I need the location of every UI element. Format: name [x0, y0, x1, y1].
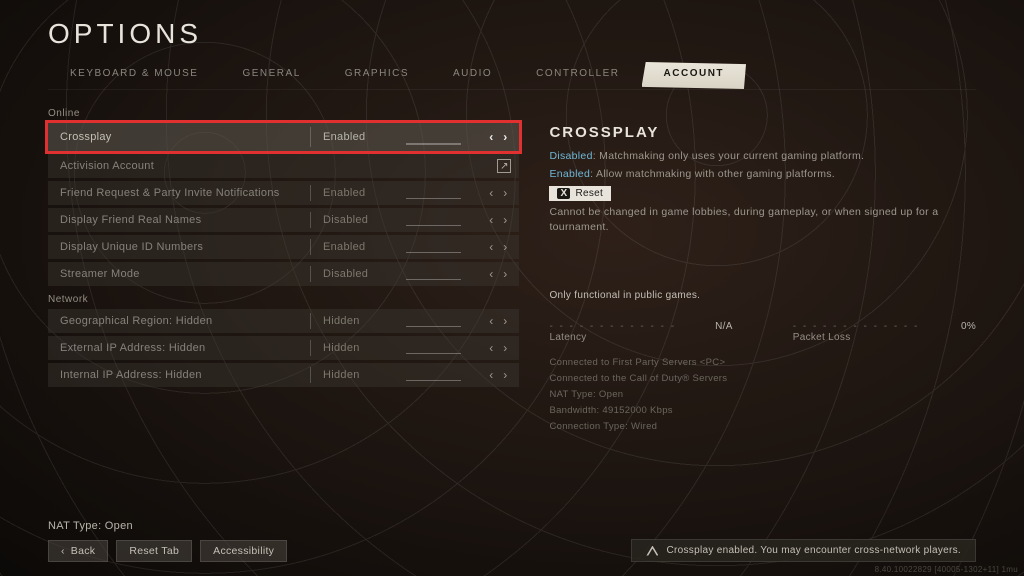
desc-disabled: Disabled: Matchmaking only uses your cur… [549, 149, 976, 164]
latency-label: Latency [549, 332, 732, 343]
chat-icon [646, 546, 658, 556]
row-display-real-names[interactable]: Display Friend Real Names Disabled ‹› [48, 208, 519, 232]
chevron-right-icon[interactable]: › [499, 131, 511, 143]
reset-label: Reset [575, 188, 603, 199]
keycap-x: X [557, 188, 570, 199]
row-value: Hidden [323, 315, 360, 327]
row-activision-account[interactable]: Activision Account ↗ [48, 154, 519, 178]
restriction-text: Cannot be changed in game lobbies, durin… [549, 205, 976, 234]
value-bar [406, 279, 461, 281]
nat-type-footer: NAT Type: Open [48, 520, 133, 532]
value-bar [406, 225, 461, 227]
tabs-bar: KEYBOARD & MOUSE GENERAL GRAPHICS AUDIO … [48, 62, 976, 90]
settings-list: Online Crossplay Enabled ‹ › Activision … [48, 100, 519, 536]
row-streamer-mode[interactable]: Streamer Mode Disabled ‹› [48, 262, 519, 286]
chevron-left-icon[interactable]: ‹ [485, 131, 497, 143]
chevron-left-icon[interactable]: ‹ [485, 268, 497, 280]
row-value: Enabled [323, 187, 365, 199]
section-network: Network [48, 294, 519, 305]
chevron-right-icon[interactable]: › [499, 369, 511, 381]
external-link-icon: ↗ [497, 159, 511, 173]
row-label: Geographical Region: Hidden [60, 315, 310, 327]
chevron-right-icon[interactable]: › [499, 187, 511, 199]
row-external-ip[interactable]: External IP Address: Hidden Hidden ‹› [48, 336, 519, 360]
row-display-unique-id[interactable]: Display Unique ID Numbers Enabled ‹› [48, 235, 519, 259]
detail-panel: CROSSPLAY Disabled: Matchmaking only use… [549, 100, 976, 536]
chevron-right-icon[interactable]: › [499, 342, 511, 354]
row-value: Enabled [323, 131, 365, 143]
row-crossplay[interactable]: Crossplay Enabled ‹ › [48, 123, 519, 151]
packet-loss-label: Packet Loss [793, 332, 976, 343]
row-label: Internal IP Address: Hidden [60, 369, 310, 381]
row-value: Hidden [323, 369, 360, 381]
reset-button[interactable]: X Reset [549, 186, 611, 201]
value-bar [406, 326, 461, 328]
accessibility-button[interactable]: Accessibility [200, 540, 287, 562]
value-bar [406, 353, 461, 355]
chevron-left-icon: ‹ [61, 545, 65, 557]
value-bar [406, 143, 461, 145]
build-version: 8.40.10022829 [40005-1302+11] 1mu [875, 565, 1018, 574]
chevron-right-icon[interactable]: › [499, 268, 511, 280]
row-label: Display Unique ID Numbers [60, 241, 310, 253]
row-label: Display Friend Real Names [60, 214, 310, 226]
tab-audio[interactable]: AUDIO [431, 62, 514, 89]
chevron-left-icon[interactable]: ‹ [485, 315, 497, 327]
detail-title: CROSSPLAY [549, 124, 976, 141]
tab-general[interactable]: GENERAL [220, 62, 322, 89]
row-label: Crossplay [60, 131, 310, 143]
value-bar [406, 198, 461, 200]
chevron-left-icon[interactable]: ‹ [485, 369, 497, 381]
back-button[interactable]: ‹ Back [48, 540, 108, 562]
row-label: Friend Request & Party Invite Notificati… [60, 187, 310, 199]
tab-controller[interactable]: CONTROLLER [514, 62, 641, 89]
desc-enabled: Enabled: Allow matchmaking with other ga… [549, 167, 976, 182]
connection-info: Connected to First Party Servers <PC> Co… [549, 355, 976, 436]
chevron-left-icon[interactable]: ‹ [485, 214, 497, 226]
functional-note: Only functional in public games. [549, 290, 976, 301]
row-value: Disabled [323, 214, 368, 226]
chevron-left-icon[interactable]: ‹ [485, 342, 497, 354]
chevron-left-icon[interactable]: ‹ [485, 187, 497, 199]
chevron-right-icon[interactable]: › [499, 315, 511, 327]
page-title: OPTIONS [48, 18, 202, 50]
value-bar [406, 252, 461, 254]
row-value: Hidden [323, 342, 360, 354]
network-stats: - - - - - - - - - - - - - N/A Latency - … [549, 321, 976, 343]
tab-graphics[interactable]: GRAPHICS [323, 62, 431, 89]
tab-account[interactable]: ACCOUNT [642, 62, 747, 89]
value-bar [406, 380, 461, 382]
row-geographical-region[interactable]: Geographical Region: Hidden Hidden ‹› [48, 309, 519, 333]
row-value: Disabled [323, 268, 368, 280]
row-value: Enabled [323, 241, 365, 253]
reset-tab-button[interactable]: Reset Tab [116, 540, 192, 562]
row-label: External IP Address: Hidden [60, 342, 310, 354]
row-label: Activision Account [60, 160, 310, 172]
chevron-right-icon[interactable]: › [499, 214, 511, 226]
tab-keyboard-mouse[interactable]: KEYBOARD & MOUSE [48, 62, 220, 89]
crossplay-toast: Crossplay enabled. You may encounter cro… [631, 539, 976, 562]
row-internal-ip[interactable]: Internal IP Address: Hidden Hidden ‹› [48, 363, 519, 387]
row-label: Streamer Mode [60, 268, 310, 280]
chevron-right-icon[interactable]: › [499, 241, 511, 253]
section-online: Online [48, 108, 519, 119]
chevron-left-icon[interactable]: ‹ [485, 241, 497, 253]
row-friend-request-notifications[interactable]: Friend Request & Party Invite Notificati… [48, 181, 519, 205]
